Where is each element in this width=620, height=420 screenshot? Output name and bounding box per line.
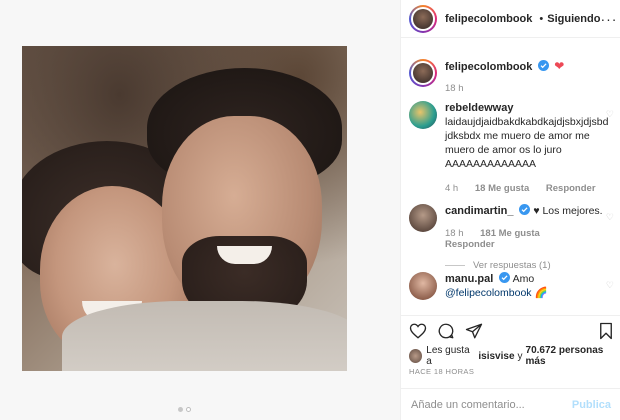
add-comment-input[interactable]: [411, 398, 566, 411]
comment-text: manu.pal Amo @felipecolombook 🌈: [445, 272, 610, 300]
author-username[interactable]: felipecolombook: [445, 13, 532, 25]
more-options-icon[interactable]: ···: [600, 11, 617, 27]
like-comment-icon[interactable]: ♡: [606, 109, 614, 120]
comment-time[interactable]: 4 h: [445, 183, 458, 194]
commenter-avatar[interactable]: [409, 272, 437, 300]
comment-meta: 4 h 18 Me gusta Responder: [445, 183, 610, 194]
comment-item: manu.pal Amo @felipecolombook 🌈 ♡: [409, 272, 614, 300]
caption-username[interactable]: felipecolombook: [445, 61, 532, 73]
caption-text: felipecolombook ❤: [445, 59, 610, 74]
post-actions-bar: [401, 315, 620, 345]
bookmark-icon[interactable]: [597, 322, 615, 340]
post-timestamp[interactable]: HACE 18 HORAS: [409, 367, 474, 376]
carousel-dot-active[interactable]: [186, 407, 191, 412]
mention-link[interactable]: @felipecolombook: [445, 287, 532, 299]
share-icon[interactable]: [465, 322, 483, 340]
header-separator: •: [539, 12, 544, 25]
comments-list[interactable]: felipecolombook ❤ 18 h rebeldewway laida…: [401, 39, 620, 314]
liker-username[interactable]: isisvise: [478, 351, 514, 362]
heart-icon[interactable]: [409, 322, 427, 340]
comment-username[interactable]: manu.pal: [445, 273, 493, 285]
commenter-avatar[interactable]: [409, 101, 437, 129]
like-comment-icon[interactable]: ♡: [606, 212, 614, 223]
comment-text: candimartin_ ♥ Los mejores.: [445, 204, 610, 218]
likes-prefix: Les gusta a: [426, 345, 470, 367]
comment-item: rebeldewway laidaujdjaidbakdkabdkajdjsbx…: [409, 101, 614, 194]
post-photo[interactable]: [22, 46, 347, 371]
comment-body: laidaujdjaidbakdkabdkajdjsbxjdjsbdjdksbd…: [445, 116, 609, 170]
following-button[interactable]: Siguiendo: [547, 13, 600, 25]
comment-time[interactable]: 18 h: [445, 228, 464, 239]
liker-avatar[interactable]: [409, 349, 423, 363]
add-comment-bar: Publica: [401, 388, 620, 420]
replies-divider: [445, 265, 465, 266]
caption-meta: 18 h: [445, 83, 610, 94]
post-header: felipecolombook • Siguiendo ···: [401, 0, 620, 38]
post-sidebar: felipecolombook • Siguiendo ··· felipeco…: [400, 0, 620, 420]
comment-username[interactable]: candimartin_: [445, 205, 513, 217]
commenter-avatar[interactable]: [409, 204, 437, 232]
view-replies-button[interactable]: Ver respuestas (1): [445, 260, 610, 271]
verified-badge-icon: [538, 60, 550, 71]
view-replies-label: Ver respuestas (1): [473, 260, 551, 271]
likes-middle: y: [517, 350, 523, 362]
red-heart-emoji: ❤: [554, 59, 565, 73]
comment-likes[interactable]: 181 Me gusta: [480, 228, 540, 239]
comment-text: rebeldewway laidaujdjaidbakdkabdkajdjsbx…: [445, 101, 610, 171]
carousel-dot[interactable]: [178, 407, 183, 412]
verified-badge-icon: [519, 204, 531, 215]
comment-body: Amo: [512, 273, 535, 285]
caption-time[interactable]: 18 h: [445, 83, 464, 94]
comment-item: candimartin_ ♥ Los mejores. 18 h 181 Me …: [409, 204, 614, 271]
rainbow-emoji: 🌈: [534, 287, 548, 299]
publish-button[interactable]: Publica: [572, 399, 611, 411]
post-media-pane: [0, 0, 400, 420]
likes-count[interactable]: 70.672 personas más: [526, 345, 620, 367]
author-avatar[interactable]: [409, 4, 437, 33]
verified-badge-icon: [499, 272, 511, 283]
caption-author-avatar[interactable]: [409, 59, 437, 87]
comment-likes[interactable]: 18 Me gusta: [475, 183, 529, 194]
comment-username[interactable]: rebeldewway: [445, 102, 513, 114]
comment-meta: 18 h 181 Me gusta Responder: [445, 228, 610, 250]
carousel-dots: [178, 407, 191, 412]
caption-item: felipecolombook ❤ 18 h: [409, 59, 614, 94]
likes-summary: Les gusta a isisvise y 70.672 personas m…: [409, 345, 620, 367]
comment-body: ♥ Los mejores.: [533, 205, 603, 217]
reply-button[interactable]: Responder: [445, 239, 495, 250]
comment-icon[interactable]: [437, 322, 455, 340]
like-comment-icon[interactable]: ♡: [606, 280, 614, 291]
reply-button[interactable]: Responder: [546, 183, 596, 194]
photo-shirt: [62, 301, 347, 371]
